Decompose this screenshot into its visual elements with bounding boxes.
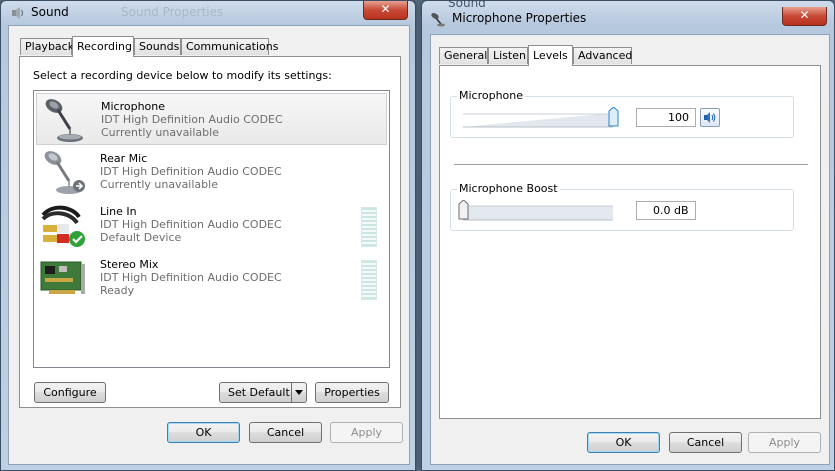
mic-properties-window: Sound Microphone Properties ✕ General Li… [421, 0, 835, 471]
device-status: Currently unavailable [101, 126, 219, 139]
rca-cable-icon [41, 205, 85, 247]
device-list[interactable]: Microphone IDT High Definition Audio COD… [33, 90, 390, 368]
mute-toggle-button[interactable] [700, 108, 720, 127]
level-meter [361, 260, 377, 300]
configure-button[interactable]: Configure [34, 382, 106, 403]
tab-general[interactable]: General [439, 47, 488, 64]
microphone-boost-slider[interactable] [463, 202, 623, 222]
microphone-boost-label: Microphone Boost [457, 182, 560, 195]
sound-titlebar[interactable]: Sound Sound Properties ✕ [1, 1, 415, 25]
device-driver: IDT High Definition Audio CODEC [100, 271, 282, 284]
device-name: Rear Mic [100, 152, 148, 165]
properties-button[interactable]: Properties [315, 382, 389, 403]
device-name: Microphone [101, 100, 166, 113]
mic-props-apply-button[interactable]: Apply [748, 432, 821, 453]
group-separator [454, 164, 808, 166]
check-icon [69, 231, 85, 247]
mic-props-close-button[interactable]: ✕ [782, 7, 827, 26]
tab-advanced[interactable]: Advanced [573, 47, 632, 64]
mic-props-ok-button[interactable]: OK [587, 432, 660, 453]
sound-close-button[interactable]: ✕ [363, 1, 408, 20]
device-status: Default Device [100, 231, 182, 244]
level-meter [361, 207, 377, 247]
device-name: Line In [100, 205, 137, 218]
device-item-microphone[interactable]: Microphone IDT High Definition Audio COD… [36, 93, 387, 145]
device-item-stereo-mix[interactable]: Stereo Mix IDT High Definition Audio COD… [36, 252, 387, 304]
sound-tabstrip: Playback Recording Sounds Communications [19, 36, 399, 57]
sound-window: Sound Sound Properties ✕ Playback Record… [0, 0, 416, 471]
microphone-unplugged-icon [44, 151, 85, 194]
sound-window-title: Sound [31, 5, 69, 19]
device-item-line-in[interactable]: Line In IDT High Definition Audio CODEC … [36, 199, 387, 251]
microphone-icon [431, 13, 445, 27]
device-item-rear-mic[interactable]: Rear Mic IDT High Definition Audio CODEC… [36, 146, 387, 198]
mic-props-cancel-button[interactable]: Cancel [669, 432, 742, 453]
mic-props-title: Microphone Properties [452, 11, 587, 25]
sound-card-icon [40, 261, 85, 294]
mic-props-titlebar[interactable]: Microphone Properties ✕ [422, 7, 834, 31]
instruction-text: Select a recording device below to modif… [33, 69, 332, 82]
microphone-boost-thumb[interactable] [458, 200, 469, 220]
microphone-level-thumb[interactable] [608, 107, 619, 127]
chevron-down-icon [295, 390, 303, 395]
microphone-boost-value[interactable]: 0.0 dB [636, 201, 696, 220]
sound-client-area: Playback Recording Sounds Communications… [8, 25, 410, 465]
tab-listen[interactable]: Listen [488, 47, 528, 64]
microphone-level-value[interactable]: 100 [636, 108, 696, 127]
sound-ghost-title: Sound Properties [121, 5, 224, 19]
tab-sounds[interactable]: Sounds [134, 38, 181, 55]
microphone-boost-group: Microphone Boost 0.0 dB [450, 182, 794, 231]
device-status: Currently unavailable [100, 178, 218, 191]
sound-cancel-button[interactable]: Cancel [249, 422, 322, 443]
device-status: Ready [100, 284, 135, 297]
tab-levels[interactable]: Levels [528, 45, 573, 66]
sound-ok-button[interactable]: OK [167, 422, 240, 443]
set-default-button[interactable]: Set Default [219, 382, 307, 403]
mic-props-client-area: General Listen Levels Advanced Microphon… [430, 34, 830, 465]
microphone-icon [45, 99, 83, 142]
device-driver: IDT High Definition Audio CODEC [101, 113, 283, 126]
speaker-icon [704, 112, 716, 123]
microphone-level-group: Microphone 100 [450, 89, 794, 138]
tab-communications[interactable]: Communications [181, 38, 278, 55]
microphone-level-label: Microphone [457, 89, 526, 102]
tab-playback[interactable]: Playback [20, 38, 74, 55]
recording-panel: Select a recording device below to modif… [19, 56, 401, 408]
speaker-icon [12, 7, 23, 19]
device-name: Stereo Mix [100, 258, 159, 271]
device-driver: IDT High Definition Audio CODEC [100, 165, 282, 178]
set-default-dropdown[interactable] [291, 383, 306, 402]
microphone-level-slider[interactable] [463, 109, 623, 129]
set-default-label: Set Default [228, 386, 290, 399]
device-driver: IDT High Definition Audio CODEC [100, 218, 282, 231]
levels-panel: Microphone 100 Microphone Boost 0.0 dB [439, 65, 821, 419]
tab-recording[interactable]: Recording [72, 36, 134, 57]
mic-props-tabstrip: General Listen Levels Advanced [439, 45, 819, 66]
sound-apply-button[interactable]: Apply [330, 422, 403, 443]
